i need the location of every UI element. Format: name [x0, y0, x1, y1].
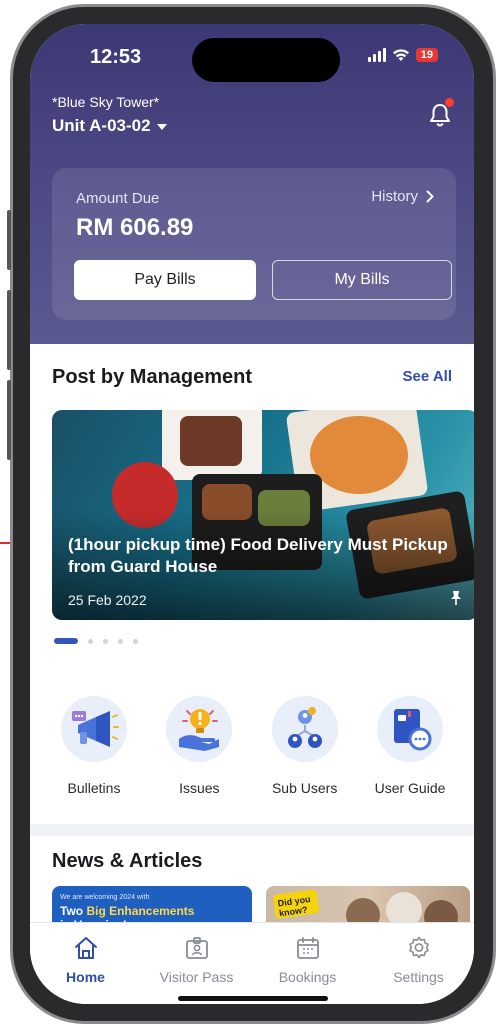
tab-label: Bookings [278, 969, 337, 985]
pizza-image [310, 416, 408, 494]
see-all-link[interactable]: See All [403, 368, 452, 385]
my-bills-button[interactable]: My Bills [272, 260, 452, 300]
tab-label: Home [66, 969, 105, 985]
chevron-down-icon [156, 124, 167, 130]
quick-action-label: User Guide [374, 780, 446, 796]
side-button [7, 210, 11, 270]
bottom-tab-bar: Home Visitor Pass Bookings Settings [30, 922, 474, 1004]
posts-section-title: Post by Management [52, 366, 253, 388]
quick-action-label: Sub Users [271, 780, 338, 796]
signal-icon [367, 48, 386, 62]
megaphone-icon [61, 696, 127, 762]
news-card-kicker: We are welcoming 2024 with [60, 894, 150, 901]
quick-action-bulletins[interactable]: Bulletins [42, 696, 146, 796]
side-button [7, 290, 11, 370]
sub-users-icon [271, 696, 338, 762]
post-banner[interactable]: (1hour pickup time) Food Delivery Must P… [52, 410, 474, 620]
did-you-know-tag: Did you know? [272, 889, 320, 919]
history-link[interactable]: History [371, 188, 434, 205]
news-headline-prefix: Two [60, 904, 87, 918]
did-you-know-label: Did you know? [277, 893, 312, 919]
pin-icon [451, 591, 461, 605]
history-label: History [371, 188, 418, 205]
home-indicator [178, 996, 328, 1001]
tab-settings[interactable]: Settings [369, 935, 469, 1004]
quick-action-sub-users[interactable]: Sub Users [253, 696, 357, 796]
tab-visitor-pass[interactable]: Visitor Pass [147, 935, 247, 1004]
unit-selector[interactable]: Unit A-03-02 [52, 116, 167, 136]
quick-action-user-guide[interactable]: User Guide [358, 696, 462, 796]
user-guide-icon [376, 696, 443, 762]
news-headline-highlight: Big Enhancements [86, 904, 195, 918]
main-content: Post by Management See All (1hour pickup… [30, 344, 474, 824]
status-indicators: 19 [367, 48, 438, 62]
news-section-title: News & Articles [52, 850, 203, 872]
carousel-dot[interactable] [118, 638, 123, 644]
carousel-dot-active[interactable] [54, 638, 78, 644]
quick-actions: Bulletins Issues Sub Users User Guide [42, 696, 462, 796]
tab-bookings[interactable]: Bookings [258, 935, 358, 1004]
side-button [7, 380, 11, 460]
bell-icon[interactable] [428, 102, 452, 128]
lightbulb-hand-icon [166, 696, 233, 762]
unit-label: Unit A-03-02 [52, 116, 151, 135]
tab-home[interactable]: Home [36, 935, 136, 1004]
food-image [180, 416, 242, 466]
status-bar: 12:53 19 [30, 38, 474, 82]
calendar-icon [296, 937, 319, 959]
post-date: 25 Feb 2022 [68, 592, 147, 608]
post-title: (1hour pickup time) Food Delivery Must P… [68, 535, 448, 576]
chevron-right-icon [426, 190, 434, 203]
app-screen: 12:53 19 *Blue Sky Tower* Unit A-03-02 A… [30, 24, 474, 1004]
visitor-pass-icon [185, 937, 208, 959]
pay-bills-button[interactable]: Pay Bills [74, 260, 256, 300]
amount-due-value: RM 606.89 [76, 214, 194, 241]
wifi-icon [392, 49, 409, 61]
quick-action-label: Issues [179, 780, 220, 796]
carousel-dot[interactable] [133, 638, 138, 644]
gear-icon [408, 936, 429, 959]
quick-action-label: Bulletins [67, 780, 121, 796]
dynamic-island [192, 38, 340, 82]
quick-action-issues[interactable]: Issues [147, 696, 251, 796]
tab-label: Settings [393, 969, 444, 985]
amount-due-label: Amount Due [76, 190, 160, 207]
home-icon [74, 937, 97, 959]
carousel-dots [54, 638, 138, 644]
building-name: *Blue Sky Tower* [52, 94, 160, 110]
tab-label: Visitor Pass [159, 969, 234, 985]
battery-icon: 19 [415, 48, 438, 62]
header-section: 12:53 19 *Blue Sky Tower* Unit A-03-02 A… [30, 24, 474, 344]
amount-due-card: Amount Due RM 606.89 History Pay Bills M… [52, 168, 456, 320]
carousel-dot[interactable] [103, 638, 108, 644]
carousel-dot[interactable] [88, 638, 93, 644]
status-time: 12:53 [90, 46, 142, 68]
